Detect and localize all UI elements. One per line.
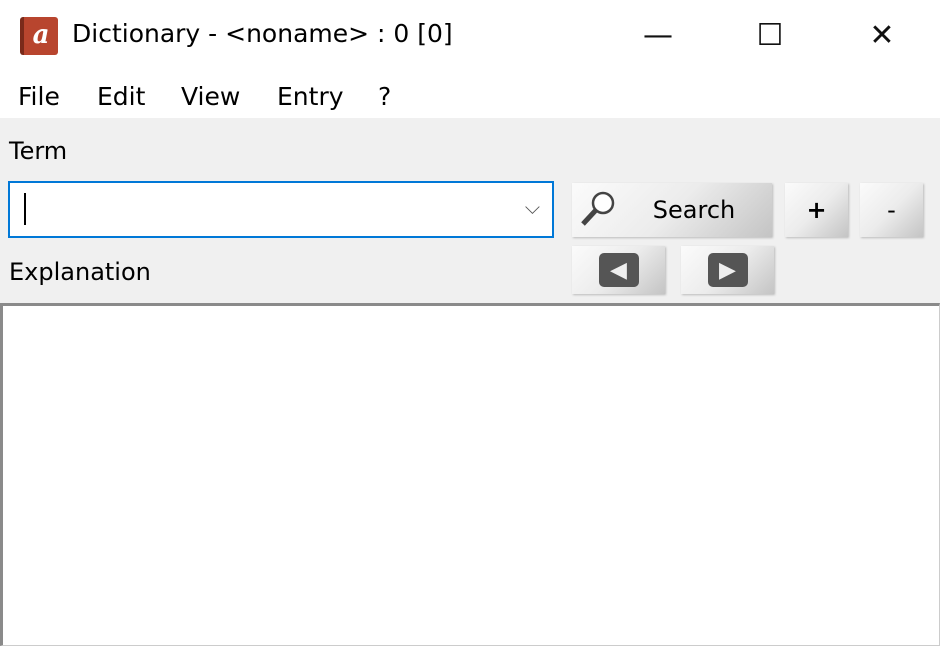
arrow-left-icon: ◀	[598, 253, 639, 287]
text-caret	[24, 193, 26, 225]
menu-edit[interactable]: Edit	[97, 82, 145, 111]
remove-entry-button[interactable]: -	[860, 183, 923, 237]
app-icon: a	[20, 17, 58, 55]
search-button[interactable]: Search	[572, 183, 772, 237]
chevron-down-icon[interactable]: ⌵	[525, 195, 540, 219]
window-title: Dictionary - <noname> : 0 [0]	[72, 19, 453, 48]
term-label: Term	[9, 137, 68, 165]
menu-file[interactable]: File	[18, 82, 60, 111]
add-entry-button[interactable]: +	[785, 183, 848, 237]
term-combobox[interactable]: ⌵	[8, 181, 554, 238]
maximize-button[interactable]: ☐	[740, 10, 800, 60]
arrow-right-icon: ▶	[707, 253, 748, 287]
magnifier-icon	[581, 191, 615, 226]
previous-button[interactable]: ◀	[572, 246, 665, 294]
minimize-button[interactable]: —	[628, 10, 688, 60]
explanation-textarea[interactable]	[0, 303, 940, 646]
explanation-label: Explanation	[9, 258, 151, 286]
close-button[interactable]: ✕	[852, 10, 912, 60]
menu-entry[interactable]: Entry	[277, 82, 344, 111]
search-label: Search	[652, 196, 736, 224]
menu-help[interactable]: ?	[378, 82, 391, 111]
menu-view[interactable]: View	[181, 82, 240, 111]
next-button[interactable]: ▶	[681, 246, 774, 294]
